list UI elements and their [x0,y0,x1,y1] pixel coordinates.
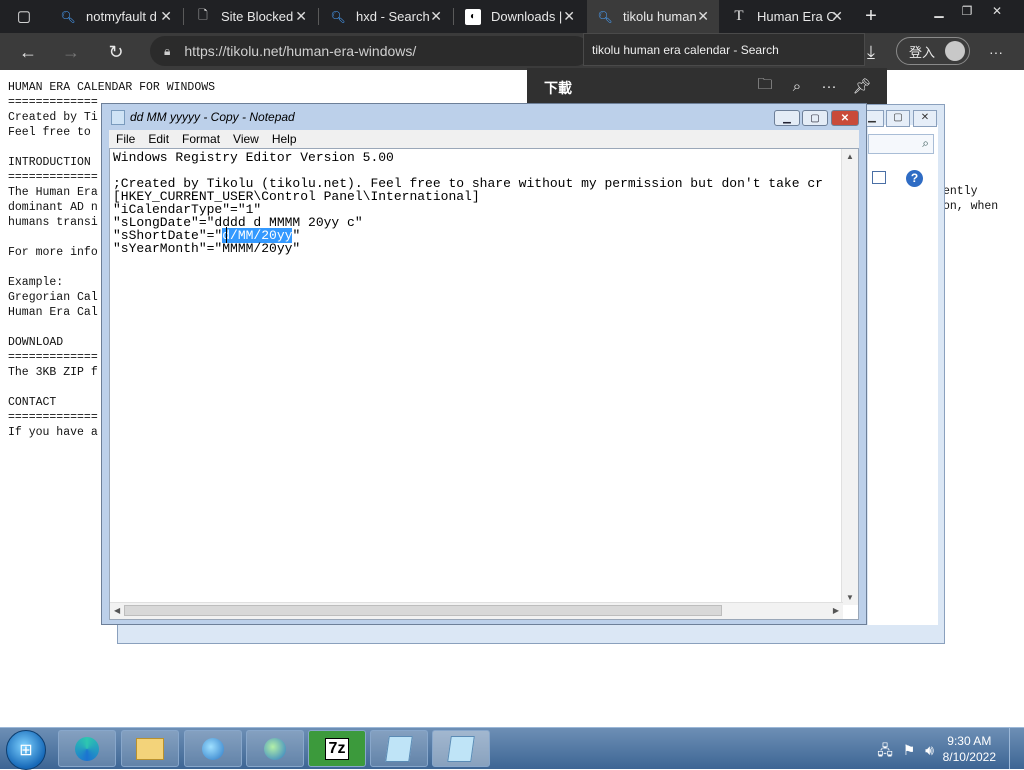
background-window-pane [868,125,938,625]
menu-help[interactable]: Help [272,132,297,146]
refresh-icon[interactable]: ↻ [103,39,129,65]
close-icon[interactable]: ✕ [430,8,442,25]
clock[interactable]: 9:30 AM 8/10/2022 [943,733,996,765]
close-icon[interactable]: ✕ [563,8,575,25]
minimize-icon[interactable]: ▁ [774,110,800,126]
notepad-icon[interactable] [432,730,490,767]
menu-format[interactable]: Format [182,132,220,146]
tab-tooltip: tikolu human era calendar - Search [583,33,865,66]
system-tray: 🖧 ⚑ 🔊︎ [877,740,934,764]
clock-date: 8/10/2022 [942,750,996,764]
tab-notmyfault[interactable]: 🔍︎ notmyfault d ✕ [50,0,182,33]
notepad-app-icon [111,110,125,125]
view-icon[interactable] [872,171,886,184]
close-icon[interactable]: ✕ [295,8,307,25]
avatar [945,41,965,61]
tab-hxd-search[interactable]: 🔍︎ hxd - Search ✕ [320,0,452,33]
close-window-icon[interactable]: ✕ [983,0,1011,22]
page-text-fragment: ently [943,185,978,198]
text-icon: T [734,8,744,24]
forward-icon[interactable]: → [58,39,84,65]
horizontal-scroll-thumb[interactable] [124,605,722,616]
close-window-icon[interactable]: ✕ [913,110,937,127]
maximize-icon[interactable]: ▢ [802,110,828,126]
minimize-icon[interactable]: ▁ [925,0,953,22]
browser-tab-strip: ▢ 🔍︎ notmyfault d ✕ 🗋 Site Blocked ✕ 🔍︎ … [0,0,1024,33]
search-icon: 🔍︎ [597,9,613,24]
notepad-window: dd MM yyyyy - Copy - Notepad ▁ ▢ ✕ File … [101,103,867,625]
window-title: dd MM yyyyy - Copy - Notepad [130,110,295,124]
login-button[interactable]: 登入 [896,37,970,65]
network-settings-icon[interactable] [246,730,304,767]
notepad-icon[interactable] [370,730,428,767]
start-button[interactable]: ⊞ [6,730,46,770]
help-icon[interactable]: ? [906,170,923,187]
page-text-fragment: on, when [943,200,999,213]
pin-icon[interactable]: 📌︎ [852,76,872,96]
network-icon[interactable]: 🖧 [877,742,893,758]
volume-icon[interactable]: 🔊︎ [925,742,934,758]
url-field[interactable]: 🔒︎ https://tikolu.net/human-era-windows/ [150,36,590,66]
downloads-title: 下載 [544,80,572,96]
close-icon[interactable]: ✕ [697,8,709,25]
action-center-flag-icon[interactable]: ⚑ [903,742,916,758]
menu-edit[interactable]: Edit [148,132,169,146]
menu-view[interactable]: View [233,132,259,146]
search-icon: 🔍︎ [330,9,346,24]
search-icon[interactable]: ⌕ [787,76,807,96]
more-options-icon[interactable]: ··· [819,76,839,96]
scroll-left-icon[interactable]: ◀ [114,606,120,615]
page-text-line: HUMAN ERA CALENDAR FOR WINDOWS [8,81,216,94]
text-line: "sYearMonth"="MMMM/20yy" [113,241,301,256]
tab-site-blocked[interactable]: 🗋 Site Blocked ✕ [185,0,317,33]
lock-icon: 🔒︎ [164,43,171,58]
network-globe-icon[interactable] [184,730,242,767]
scroll-down-icon[interactable]: ▼ [846,593,854,602]
document-icon: 🗋 [198,8,208,22]
tab-tikolu-search[interactable]: 🔍︎ tikolu human ✕ [587,0,719,33]
close-icon[interactable]: ✕ [831,8,843,25]
restore-icon[interactable]: ❐ [953,0,981,22]
clock-time: 9:30 AM [947,734,992,748]
folder-icon[interactable] [121,730,179,767]
restore-icon[interactable]: ▢ [886,110,910,127]
downloads-panel: 下載 🗀 ⌕ ··· 📌︎ [527,68,887,104]
vertical-scrollbar[interactable]: ▲ ▼ [841,149,858,605]
show-desktop-button[interactable] [1009,728,1024,769]
search-icon: 🔍︎ [60,9,76,24]
edge-icon[interactable] [58,730,116,767]
taskbar: ⊞ 7z 🖧 ⚑ 🔊︎ 9:30 AM 8/10/2022 [0,727,1024,770]
text-editor-area[interactable]: Windows Registry Editor Version 5.00 ;Cr… [109,148,859,620]
back-icon[interactable]: ← [15,39,41,65]
new-tab-button[interactable]: + [858,3,884,29]
menu-icon[interactable]: ··· [983,39,1009,65]
text-cursor-icon [226,227,227,243]
open-folder-icon[interactable]: 🗀 [755,76,775,96]
tab-downloads[interactable]: ◐ Downloads | ✕ [455,0,585,33]
horizontal-scrollbar[interactable]: ◀ ▶ [110,602,843,619]
login-label: 登入 [909,44,936,60]
url-text: https://tikolu.net/human-era-windows/ [184,43,417,59]
7zip-icon[interactable]: 7z [308,730,366,767]
tab-actions-icon[interactable]: ▢ [11,3,37,29]
editor-text[interactable]: Windows Registry Editor Version 5.00 ;Cr… [113,151,823,255]
address-bar-row: ← → ↻ 🔒︎ https://tikolu.net/human-era-wi… [0,33,1024,70]
menu-file[interactable]: File [116,132,135,146]
text-line: Windows Registry Editor Version 5.00 [113,150,394,165]
background-search-field[interactable]: ⌕ [868,134,934,154]
tab-human-era[interactable]: T Human Era C ✕ [721,0,853,33]
site-logo-icon: ◐ [465,8,481,25]
7zip-label: 7z [324,737,350,760]
scroll-up-icon[interactable]: ▲ [846,152,854,161]
search-icon: ⌕ [922,136,929,150]
scroll-right-icon[interactable]: ▶ [833,606,839,615]
close-window-icon[interactable]: ✕ [831,110,859,126]
close-icon[interactable]: ✕ [160,8,172,25]
menu-bar: File Edit Format View Help [109,130,859,148]
